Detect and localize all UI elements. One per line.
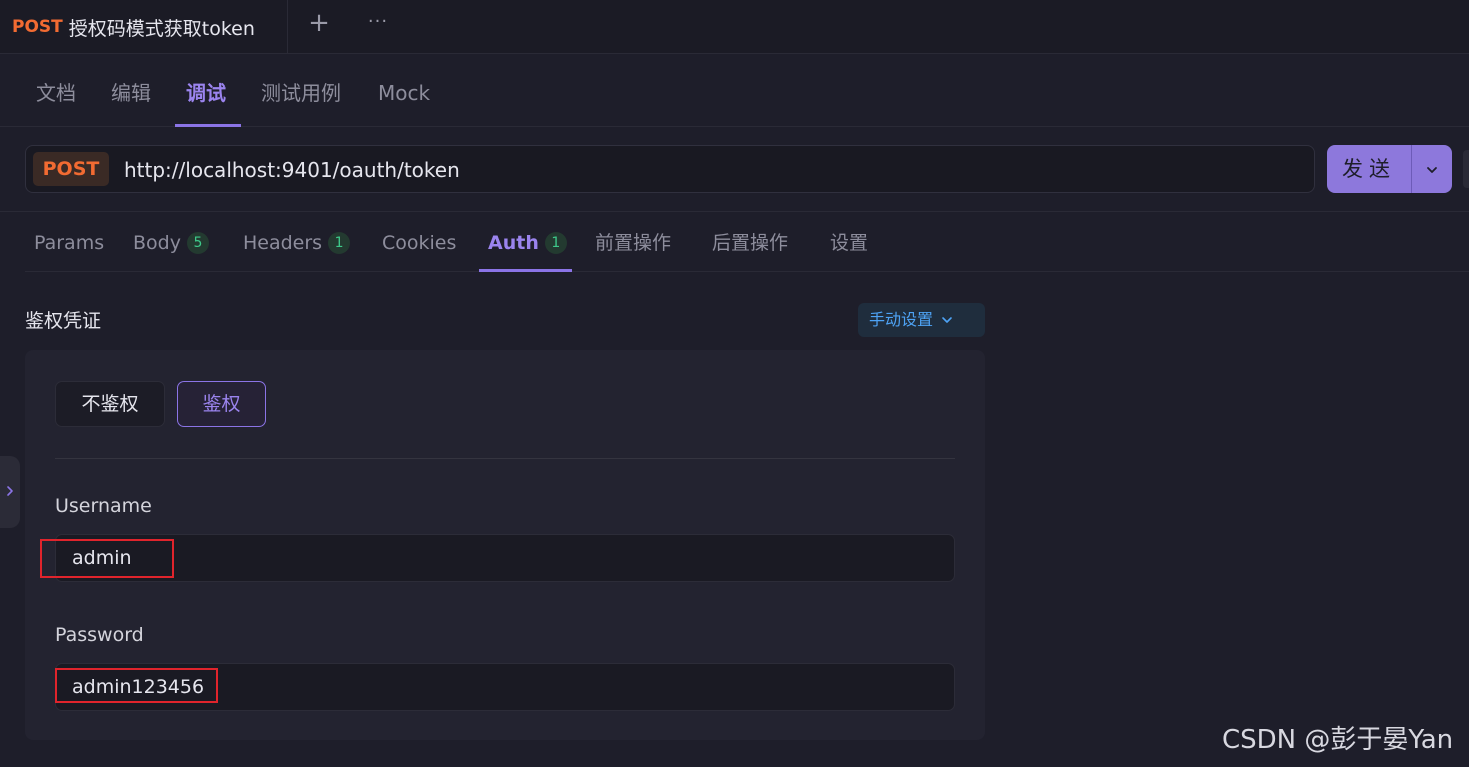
active-tab-underline: [479, 269, 572, 272]
tab-test-cases[interactable]: 测试用例: [261, 78, 341, 108]
count-badge: 5: [186, 232, 209, 254]
top-bar: POST 授权码模式获取token + ···: [0, 0, 1469, 54]
mode-tabs: 文档 编辑 调试 测试用例 Mock: [0, 54, 1469, 127]
tab-headers[interactable]: Headers 1: [243, 229, 351, 257]
add-tab-button[interactable]: +: [306, 8, 332, 38]
tab-auth[interactable]: Auth 1: [488, 229, 567, 257]
divider: [55, 458, 955, 459]
count-badge: 1: [544, 232, 567, 254]
tab-pre-actions[interactable]: 前置操作: [595, 229, 671, 257]
count-badge: 1: [328, 232, 351, 254]
tab-label: Auth: [488, 232, 539, 254]
no-auth-option[interactable]: 不鉴权: [55, 381, 165, 427]
username-highlight-box: [40, 539, 174, 578]
auth-mode-label: 手动设置: [869, 310, 934, 329]
tab-label: 前置操作: [595, 232, 672, 254]
tab-label: Body: [133, 232, 181, 254]
tab-mock[interactable]: Mock: [378, 78, 430, 108]
auth-mode-select[interactable]: 手动设置: [858, 303, 985, 337]
tab-debug[interactable]: 调试: [186, 78, 226, 108]
send-dropdown-button[interactable]: [1411, 145, 1452, 193]
request-tab[interactable]: POST 授权码模式获取token: [0, 0, 288, 54]
tab-label: 后置操作: [712, 232, 789, 254]
tab-body[interactable]: Body 5: [133, 229, 209, 257]
request-sub-tabs: Params Body 5 Headers 1 Cookies Auth 1 前…: [25, 212, 1469, 272]
auth-section-title: 鉴权凭证: [25, 310, 102, 332]
more-icon[interactable]: ···: [364, 8, 392, 38]
username-label: Username: [55, 495, 152, 517]
tab-label: 设置: [830, 232, 869, 254]
sidebar-expand-handle[interactable]: [0, 456, 20, 528]
tab-edit[interactable]: 编辑: [111, 78, 151, 108]
request-tab-method: POST: [12, 17, 63, 37]
send-button[interactable]: 发送: [1327, 145, 1411, 193]
chevron-down-icon: [942, 317, 952, 323]
chevron-right-icon: [7, 486, 13, 496]
tab-label: Params: [34, 232, 105, 254]
tab-label: Cookies: [382, 232, 457, 254]
url-input[interactable]: http://localhost:9401/oauth/token: [124, 156, 460, 184]
tab-cookies[interactable]: Cookies: [382, 229, 456, 257]
auth-option[interactable]: 鉴权: [177, 381, 266, 427]
right-panel-edge: [1463, 150, 1469, 188]
active-tab-underline: [175, 124, 241, 127]
tab-params[interactable]: Params: [34, 229, 104, 257]
password-label: Password: [55, 624, 144, 646]
method-select[interactable]: POST: [33, 152, 109, 186]
watermark: CSDN @彭于晏Yan: [1222, 725, 1454, 755]
tab-settings[interactable]: 设置: [830, 229, 868, 257]
tab-post-actions[interactable]: 后置操作: [712, 229, 788, 257]
password-highlight-box: [55, 668, 218, 703]
url-bar[interactable]: POST http://localhost:9401/oauth/token: [25, 145, 1315, 193]
request-tab-title: 授权码模式获取token: [68, 17, 255, 40]
tab-label: Headers: [243, 232, 323, 254]
tab-docs[interactable]: 文档: [36, 78, 76, 108]
username-field[interactable]: admin: [55, 534, 955, 582]
chevron-down-icon: [1427, 166, 1437, 173]
